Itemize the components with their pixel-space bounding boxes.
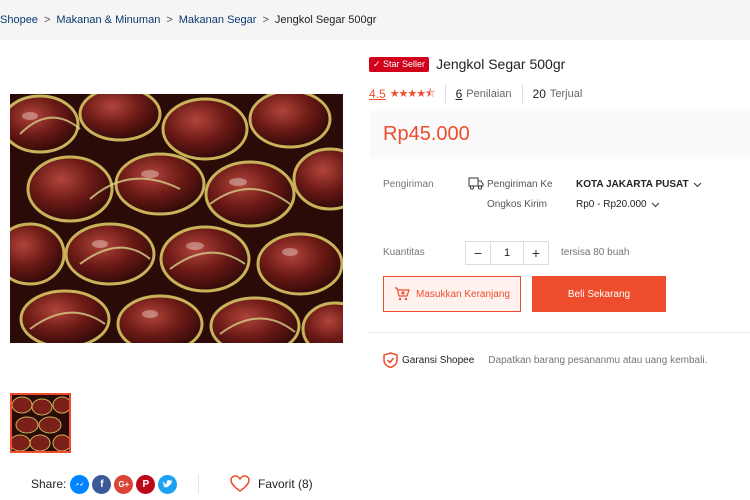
chevron-down-icon (693, 182, 701, 187)
heart-icon (230, 475, 250, 492)
share-label: Share: (31, 477, 67, 491)
shipping-to-label: Pengiriman Ke (487, 179, 553, 190)
shipping-city-value: KOTA JAKARTA PUSAT (576, 179, 689, 190)
product-price: Rp45.000 (383, 123, 470, 145)
buy-now-label: Beli Sekarang (567, 288, 631, 300)
product-thumbnail[interactable] (10, 393, 71, 453)
rating-count-label: Penilaian (466, 88, 512, 100)
price-box: Rp45.000 (369, 111, 750, 159)
quantity-stepper: − 1 + (465, 241, 549, 265)
breadcrumb-separator: > (262, 14, 269, 26)
shipping-cost-label: Ongkos Kirim (487, 199, 548, 210)
quantity-plus-button[interactable]: + (524, 242, 548, 264)
shopee-guarantee[interactable]: Garansi Shopee Dapatkan barang pesananmu… (383, 352, 707, 368)
jengkol-beans-illustration (10, 94, 343, 343)
rating-score[interactable]: 4.5 (369, 87, 386, 101)
star-seller-badge: ✓ Star Seller (369, 56, 430, 72)
breadcrumb-item-makanan-minuman[interactable]: Makanan & Minuman (56, 14, 160, 26)
rating-count[interactable]: 6 (456, 87, 463, 101)
stock-remaining: tersisa 80 buah (561, 247, 630, 258)
sold-divider (521, 85, 523, 103)
shipping-city-select[interactable]: KOTA JAKARTA PUSAT (576, 179, 702, 190)
breadcrumb-item-makanan-segar[interactable]: Makanan Segar (179, 14, 257, 26)
shipping-cost-select[interactable]: Rp0 - Rp20.000 (576, 199, 660, 210)
messenger-icon[interactable] (70, 474, 90, 494)
facebook-icon[interactable]: f (92, 474, 112, 494)
shipping-label: Pengiriman (383, 179, 434, 190)
quantity-minus-button[interactable]: − (466, 242, 490, 264)
favorite-button[interactable]: Favorit (8) (230, 474, 313, 494)
rating-row: 4.5 ★★★★⯪ 6 Penilaian 20 Terjual (369, 85, 582, 103)
cart-add-icon (395, 287, 410, 301)
breadcrumb-separator: > (166, 14, 173, 26)
google-plus-icon[interactable]: G+ (114, 474, 134, 494)
favorite-label: Favorit (8) (258, 477, 313, 491)
rating-stars-icon: ★★★★⯪ (389, 87, 436, 100)
quantity-input[interactable]: 1 (490, 242, 524, 264)
product-title-row: ✓ Star Seller Jengkol Segar 500gr (369, 56, 565, 72)
breadcrumb-separator: > (43, 14, 51, 26)
breadcrumb: Shopee > Makanan & Minuman > Makanan Seg… (0, 0, 750, 40)
guarantee-description: Dapatkan barang pesananmu atau uang kemb… (488, 354, 708, 366)
quantity-label: Kuantitas (383, 247, 425, 258)
twitter-icon[interactable] (158, 474, 178, 494)
sold-count: 20 (532, 87, 546, 101)
product-main-image[interactable] (10, 94, 343, 343)
buy-now-button[interactable]: Beli Sekarang (532, 276, 666, 312)
guarantee-title: Garansi Shopee (402, 354, 475, 366)
shield-icon (383, 352, 398, 368)
chevron-down-icon (651, 202, 659, 207)
truck-icon (468, 177, 484, 195)
sold-label: Terjual (549, 88, 583, 100)
breadcrumb-item-shopee[interactable]: Shopee (0, 14, 38, 26)
breadcrumb-item-current: Jengkol Segar 500gr (274, 14, 377, 26)
add-to-cart-label: Masukkan Keranjang (416, 288, 510, 300)
section-divider (369, 332, 750, 333)
product-title: Jengkol Segar 500gr (436, 56, 566, 72)
pinterest-icon[interactable]: P (136, 474, 156, 494)
jengkol-thumbnail-illustration (12, 395, 69, 451)
add-to-cart-button[interactable]: Masukkan Keranjang (383, 276, 521, 312)
share-row: Share: f G+ P (31, 474, 180, 494)
shipping-cost-value: Rp0 - Rp20.000 (576, 199, 647, 210)
rating-divider (444, 85, 446, 103)
share-divider (198, 474, 199, 494)
